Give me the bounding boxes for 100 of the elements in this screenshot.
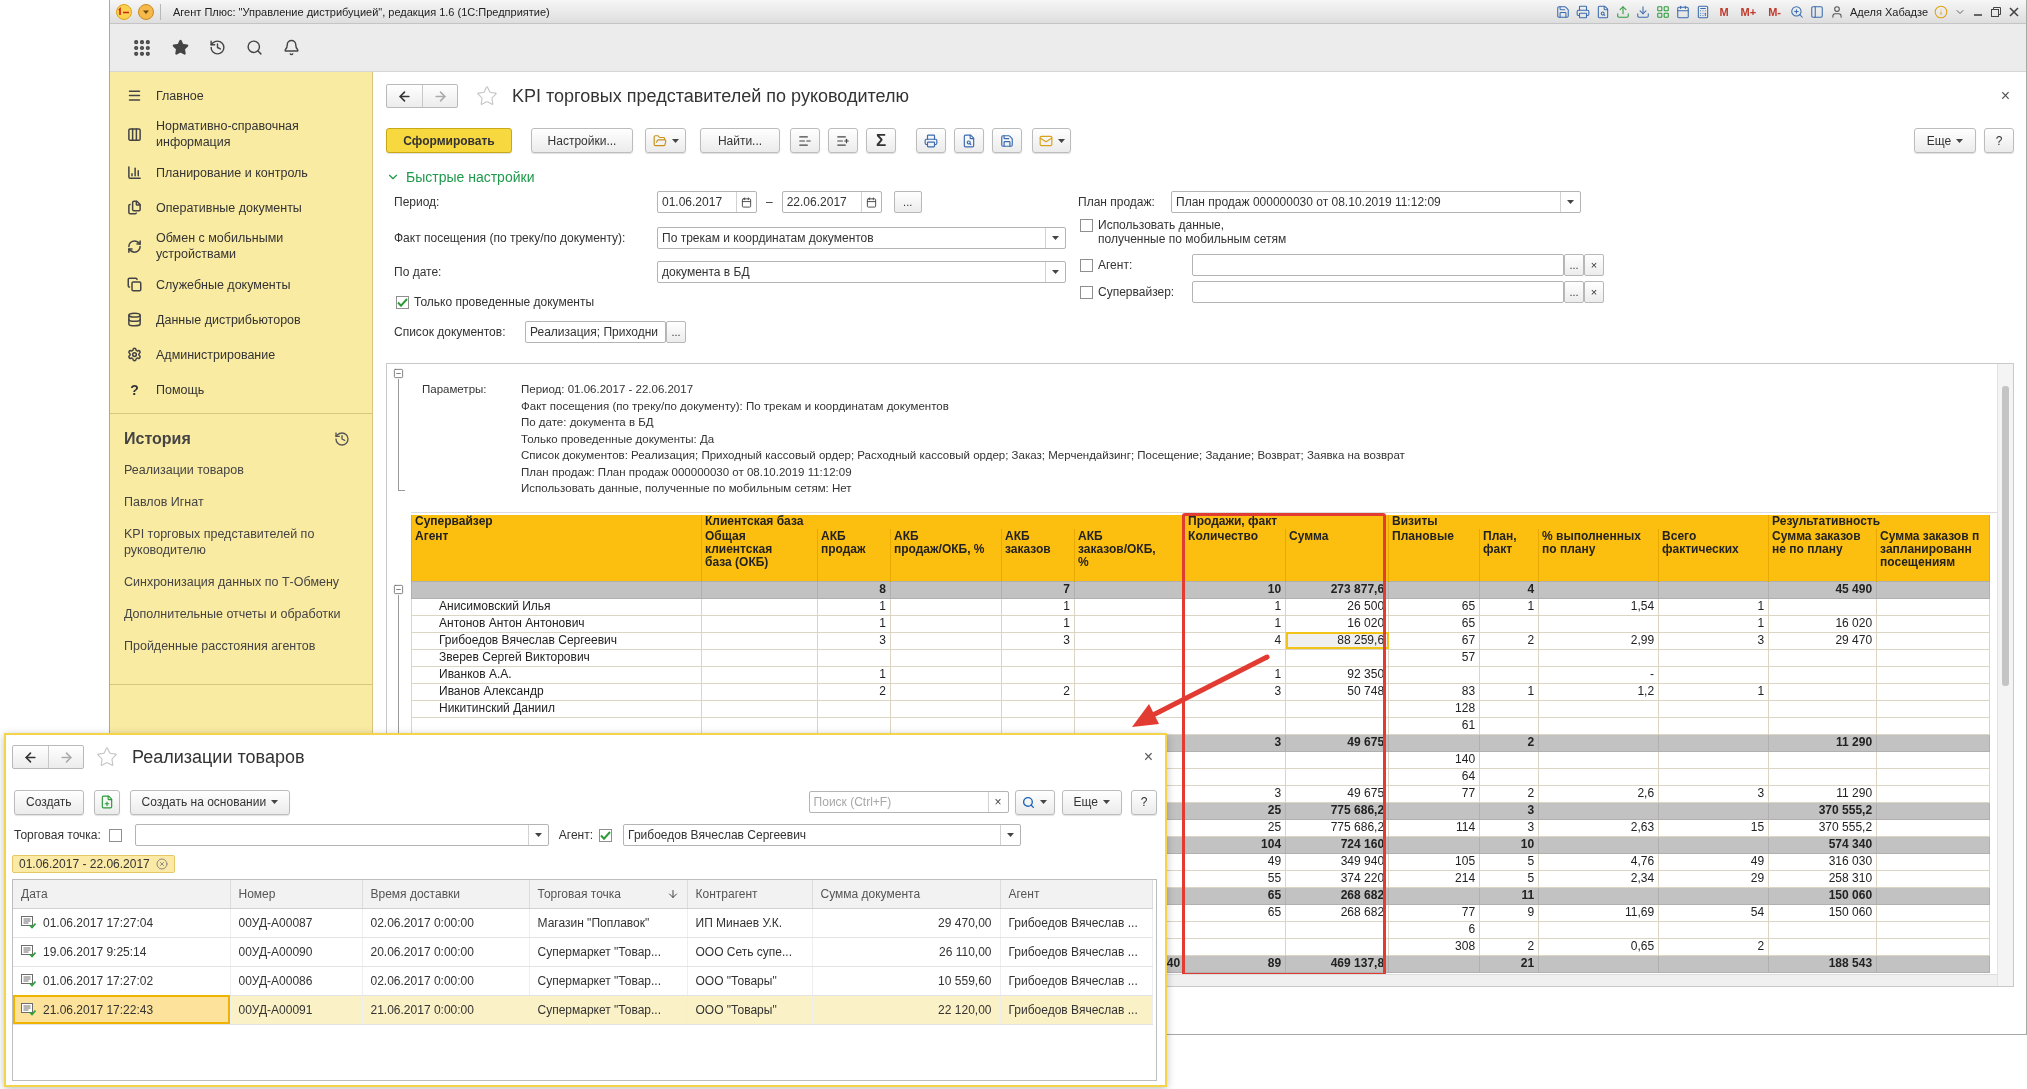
menu-caret-icon[interactable] [138, 3, 154, 20]
expand-button[interactable] [828, 128, 858, 153]
apps-grid-icon[interactable] [132, 37, 152, 58]
nav-item[interactable]: ? Помощь [110, 372, 372, 407]
agent-field[interactable] [1192, 254, 1564, 276]
nav-item[interactable]: Главное [110, 78, 372, 113]
table-row[interactable]: 19.06.2017 9:25:14 00УД-А00090 20.06.2017 0:00:00 Супермаркет "Товар... ООО Сеть супе... 26 110,00 Грибоедов Вячеслав ... [13, 937, 1152, 966]
memory-button[interactable]: M+ [1737, 5, 1760, 18]
bell-icon[interactable] [283, 39, 300, 56]
period-filter-chip[interactable]: 01.06.2017 - 22.06.2017 [12, 855, 175, 873]
sum-button[interactable]: Σ [866, 128, 896, 153]
nav-item[interactable]: Оперативные документы [110, 190, 372, 225]
choose-button[interactable]: ... [1564, 254, 1584, 276]
history-link[interactable]: Дополнительные отчеты и обработки [110, 598, 366, 630]
copy-button[interactable] [93, 789, 120, 815]
nav-item[interactable]: Данные дистрибьюторов [110, 302, 372, 337]
checkbox[interactable] [396, 295, 409, 309]
column-header[interactable]: Дата [13, 880, 230, 908]
download-icon[interactable] [1636, 4, 1651, 19]
nav-item[interactable]: Планирование и контроль [110, 155, 372, 190]
outlet-select[interactable] [134, 824, 549, 846]
create-button[interactable]: Создать [14, 789, 84, 815]
checkbox[interactable] [1080, 258, 1093, 272]
column-header[interactable]: Торговая точка [529, 880, 687, 908]
document-list-field[interactable]: Реализация; Приходни [525, 321, 666, 343]
search-button[interactable] [1014, 789, 1055, 815]
settings-button[interactable]: Настройки... [531, 128, 633, 153]
print-icon[interactable] [1576, 4, 1591, 19]
preview-icon[interactable] [1596, 4, 1611, 19]
nav-item[interactable]: Обмен с мобильными устройствами [110, 225, 372, 267]
column-header[interactable]: Контрагент [687, 880, 812, 908]
history-link[interactable]: Павлов Игнат [110, 486, 366, 518]
supervisor-field[interactable] [1192, 281, 1564, 303]
table-row[interactable]: 01.06.2017 17:27:02 00УД-А00086 02.06.2017 0:00:00 Супермаркет "Товар... ООО "Товары" 10 559,60 Грибоедов Вячеслав ... [13, 966, 1152, 995]
choose-button[interactable]: ... [666, 321, 686, 343]
history-link[interactable]: Пройденные расстояния агентов [110, 630, 366, 662]
user-icon[interactable] [1830, 4, 1844, 19]
clear-icon[interactable]: × [994, 795, 1002, 809]
save-icon[interactable] [1556, 4, 1571, 19]
save-button[interactable] [992, 128, 1022, 153]
table-row[interactable]: 21.06.2017 17:22:43 00УД-А00091 21.06.2017 0:00:00 Супермаркет "Товар... ООО "Товары" 22 120,00 Грибоедов Вячеслав ... [13, 995, 1152, 1024]
history-link[interactable]: KPI торговых представителей по руководителю [110, 518, 366, 566]
nav-item[interactable]: Нормативно-справочная информация [110, 113, 372, 155]
collapse-icon[interactable] [393, 584, 404, 595]
panel-icon[interactable] [1810, 4, 1824, 19]
clear-button[interactable]: × [1584, 281, 1604, 303]
restore-icon[interactable] [1990, 5, 2002, 18]
checkbox[interactable] [599, 828, 613, 842]
history-link[interactable]: Реализации товаров [110, 454, 366, 486]
checkbox[interactable] [108, 828, 122, 842]
column-header[interactable]: Сумма документа [812, 880, 1000, 908]
column-header[interactable]: Агент [1000, 880, 1152, 908]
column-header[interactable]: Номер [230, 880, 362, 908]
search-input[interactable]: Поиск (Ctrl+F) [809, 792, 988, 812]
history-link[interactable]: Синхронизация данных по Т-Обмену [110, 566, 366, 598]
date-mode-select[interactable]: документа в БД [657, 261, 1066, 283]
close-button[interactable]: × [1139, 748, 1157, 766]
help-button[interactable]: ? [1984, 128, 2014, 153]
search-icon[interactable] [246, 39, 263, 56]
mail-button[interactable] [1032, 128, 1071, 153]
search-field[interactable]: Поиск (Ctrl+F) × [808, 791, 1009, 813]
quick-settings-toggle[interactable]: Быстрые настройки [386, 168, 2014, 186]
help-button[interactable]: ? [1131, 789, 1157, 815]
choose-button[interactable]: ... [1564, 281, 1584, 303]
nav-item[interactable]: Служебные документы [110, 267, 372, 302]
star-icon[interactable] [172, 39, 189, 56]
zoom-icon[interactable] [1790, 4, 1804, 19]
date-field[interactable]: 22.06.2017 [781, 191, 882, 213]
star-icon[interactable] [96, 746, 118, 768]
history-icon[interactable] [209, 39, 226, 56]
star-icon[interactable] [476, 85, 498, 107]
more-button[interactable]: Еще [1914, 128, 1976, 153]
collapse-button[interactable] [790, 128, 820, 153]
close-button[interactable]: × [1996, 87, 2014, 105]
checkbox[interactable] [1080, 285, 1093, 299]
calendar-icon[interactable] [865, 196, 877, 208]
nav-item[interactable]: Администрирование [110, 337, 372, 372]
print-button[interactable] [916, 128, 946, 153]
column-header[interactable]: Время доставки [362, 880, 529, 908]
date-field[interactable]: 01.06.2017 [657, 191, 757, 213]
calculator-icon[interactable] [1696, 4, 1711, 19]
scrollbar[interactable] [1997, 364, 2013, 986]
find-button[interactable]: Найти... [700, 128, 780, 153]
collapse-icon[interactable] [393, 368, 404, 379]
more-button[interactable]: Еще [1061, 789, 1122, 815]
remove-icon[interactable] [155, 858, 168, 870]
choose-button[interactable]: ... [893, 191, 922, 213]
variant-button[interactable] [645, 128, 686, 153]
upload-icon[interactable] [1616, 4, 1631, 19]
memory-button[interactable]: M [1716, 5, 1732, 18]
preview-button[interactable] [954, 128, 984, 153]
history-icon[interactable] [334, 431, 350, 447]
clear-button[interactable]: × [1584, 254, 1604, 276]
memory-button[interactable]: M- [1765, 5, 1784, 18]
grid-icon[interactable] [1656, 4, 1671, 19]
calendar-icon[interactable] [1676, 4, 1691, 19]
close-icon[interactable] [2008, 5, 2020, 18]
table-row[interactable]: 01.06.2017 17:27:04 00УД-А00087 02.06.2017 0:00:00 Магазин "Поплавок" ИП Минаев У.К. 29 470,00 Грибоедов Вячеслав ... [13, 908, 1152, 937]
calendar-icon[interactable] [741, 196, 752, 208]
visit-fact-select[interactable]: По трекам и координатам документов [657, 227, 1066, 249]
